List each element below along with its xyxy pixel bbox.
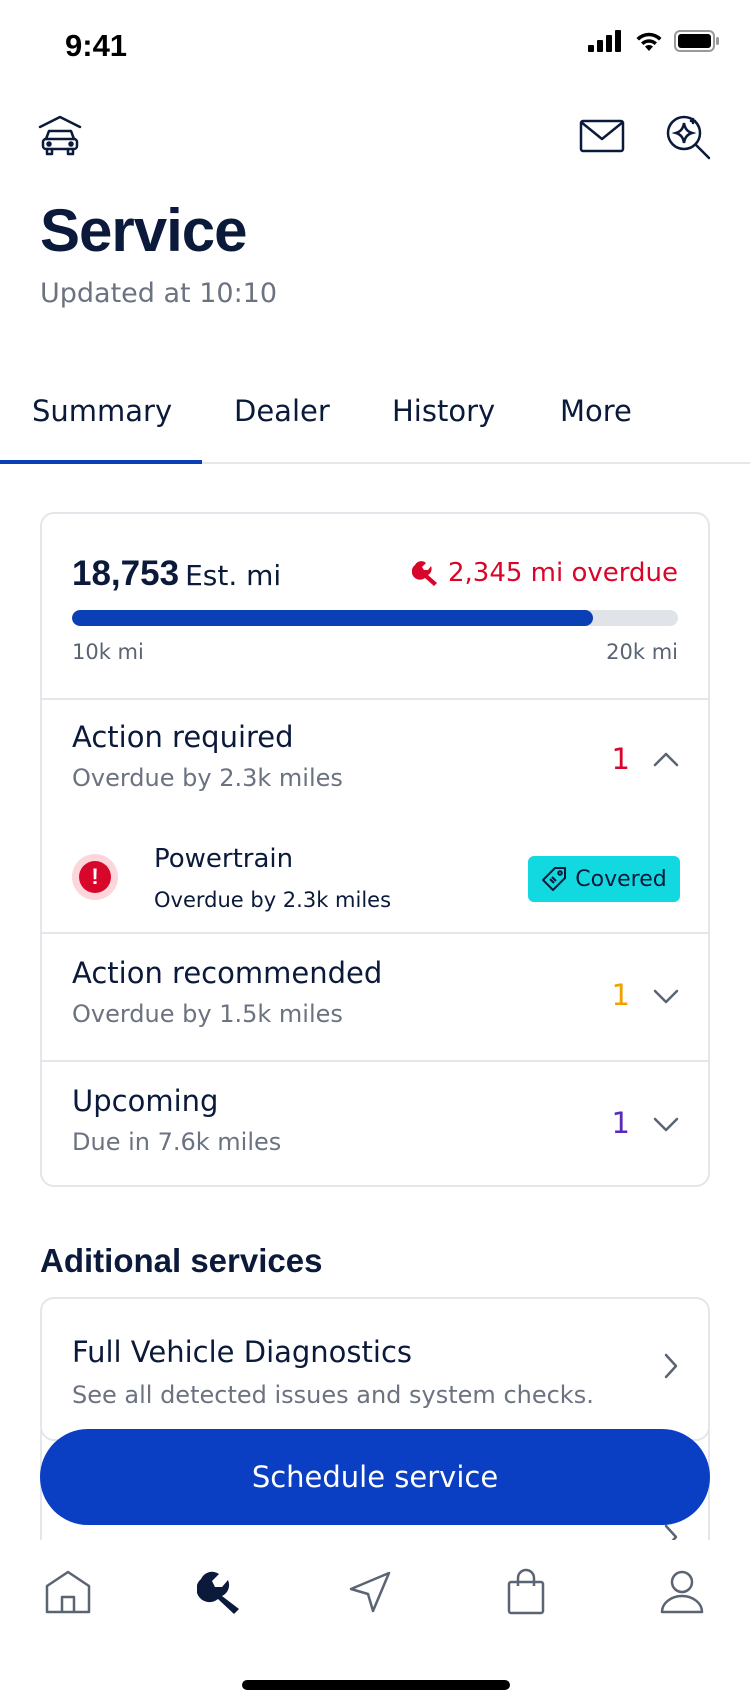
chevron-right-icon [664,1353,678,1379]
mileage-progress-bar [72,610,678,626]
covered-badge: Covered [528,856,680,902]
upcoming-title: Upcoming [72,1084,219,1118]
shopping-bag-icon[interactable] [496,1562,556,1622]
action-recommended-title: Action recommended [72,956,383,990]
tab-history[interactable]: History [392,394,495,428]
signal-icon [588,30,621,52]
full-vehicle-diagnostics-card[interactable]: Full Vehicle Diagnostics See all detecte… [40,1297,710,1441]
tag-icon [542,867,567,891]
diagnostics-subtitle: See all detected issues and system check… [72,1381,594,1409]
mileage-unit: Est. mi [185,559,282,592]
mileage-progress-fill [72,610,594,626]
covered-label: Covered [575,866,667,892]
active-tab-indicator [0,460,202,464]
action-recommended-count: 1 [611,978,630,1012]
chevron-down-icon [653,989,679,1004]
navigation-icon[interactable] [340,1562,400,1622]
ai-search-icon[interactable] [662,110,714,162]
updated-timestamp: Updated at 10:10 [40,278,278,309]
home-indicator [242,1680,510,1690]
battery-icon [674,30,719,52]
mileage-value: 18,753 [72,554,180,593]
action-required-title: Action required [72,720,294,754]
action-required-header[interactable]: Action required Overdue by 2.3k miles 1 [42,700,708,800]
action-required-subtitle: Overdue by 2.3k miles [72,764,343,792]
range-max-label: 20k mi [606,640,678,664]
additional-services-heading: Aditional services [40,1242,323,1279]
tab-bar: Summary Dealer History More [0,380,750,464]
tab-more[interactable]: More [560,394,632,428]
diagnostics-title: Full Vehicle Diagnostics [72,1335,413,1369]
wrench-icon[interactable] [190,1562,250,1622]
upcoming-header[interactable]: Upcoming Due in 7.6k miles 1 [42,1062,708,1182]
wifi-icon [636,32,662,51]
status-icons [588,30,720,52]
profile-icon[interactable] [652,1562,712,1622]
wrench-alert-icon [411,561,437,586]
powertrain-subtitle: Overdue by 2.3k miles [154,888,392,912]
bottom-navigation [0,1540,750,1704]
chevron-down-icon [653,1117,679,1132]
upcoming-subtitle: Due in 7.6k miles [72,1128,282,1156]
powertrain-title: Powertrain [154,844,294,874]
range-min-label: 10k mi [72,640,144,664]
garage-car-icon[interactable] [36,112,84,160]
action-required-count: 1 [611,742,630,776]
action-recommended-subtitle: Overdue by 1.5k miles [72,1000,343,1028]
overdue-text: 2,345 mi overdue [447,558,678,588]
tab-dealer[interactable]: Dealer [234,394,330,428]
service-summary-card: 18,753 Est. mi 2,345 mi overdue 10k mi 20… [40,512,710,1187]
schedule-service-button[interactable]: Schedule service [40,1429,710,1525]
home-icon[interactable] [38,1562,98,1622]
chevron-up-icon [653,752,679,767]
status-time: 9:41 [65,28,128,63]
tab-summary[interactable]: Summary [32,394,172,428]
mail-icon[interactable] [578,112,626,160]
upcoming-count: 1 [611,1106,630,1140]
mileage-row: 18,753 Est. mi 2,345 mi overdue [72,554,678,604]
alert-icon: ! [72,854,118,900]
overdue-indicator: 2,345 mi overdue [411,558,678,588]
page-title: Service [40,197,248,264]
action-recommended-header[interactable]: Action recommended Overdue by 1.5k miles… [42,934,708,1050]
